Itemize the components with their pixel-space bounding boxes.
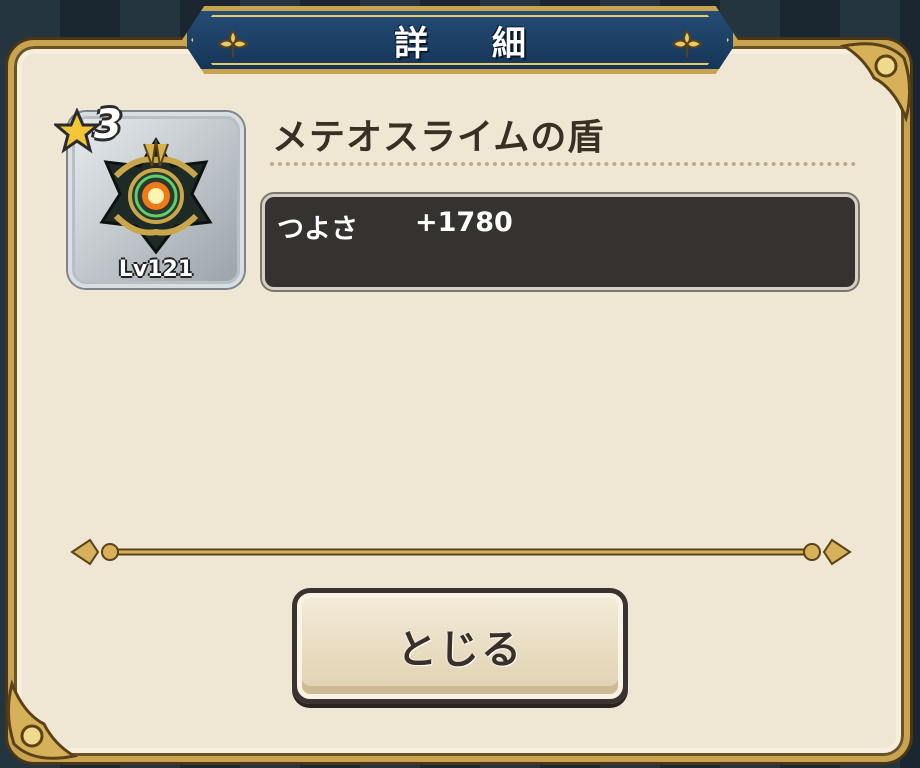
item-level: Lv121	[118, 257, 194, 282]
dialog-title-banner: 詳 細	[182, 6, 738, 74]
stat-label: つよさ	[277, 214, 358, 245]
rarity-badge: 3	[54, 102, 144, 154]
fleur-de-lis-icon	[671, 29, 703, 57]
rarity-count: 3	[94, 102, 122, 148]
fleur-de-lis-icon	[217, 29, 249, 57]
top-right-ornament-icon	[839, 42, 911, 123]
close-button[interactable]: とじる	[292, 588, 628, 704]
bottom-left-ornament-icon	[7, 679, 79, 760]
stat-value: +1780	[415, 207, 513, 238]
ornamental-divider	[70, 538, 852, 566]
dialog-title: 詳 細	[394, 23, 552, 64]
item-name: メテオスライムの盾	[272, 117, 605, 158]
meteor-slime-shield-icon	[99, 137, 213, 255]
close-button-label: とじる	[397, 627, 523, 673]
name-divider	[270, 162, 856, 166]
stats-box: つよさ +1780	[262, 194, 858, 290]
